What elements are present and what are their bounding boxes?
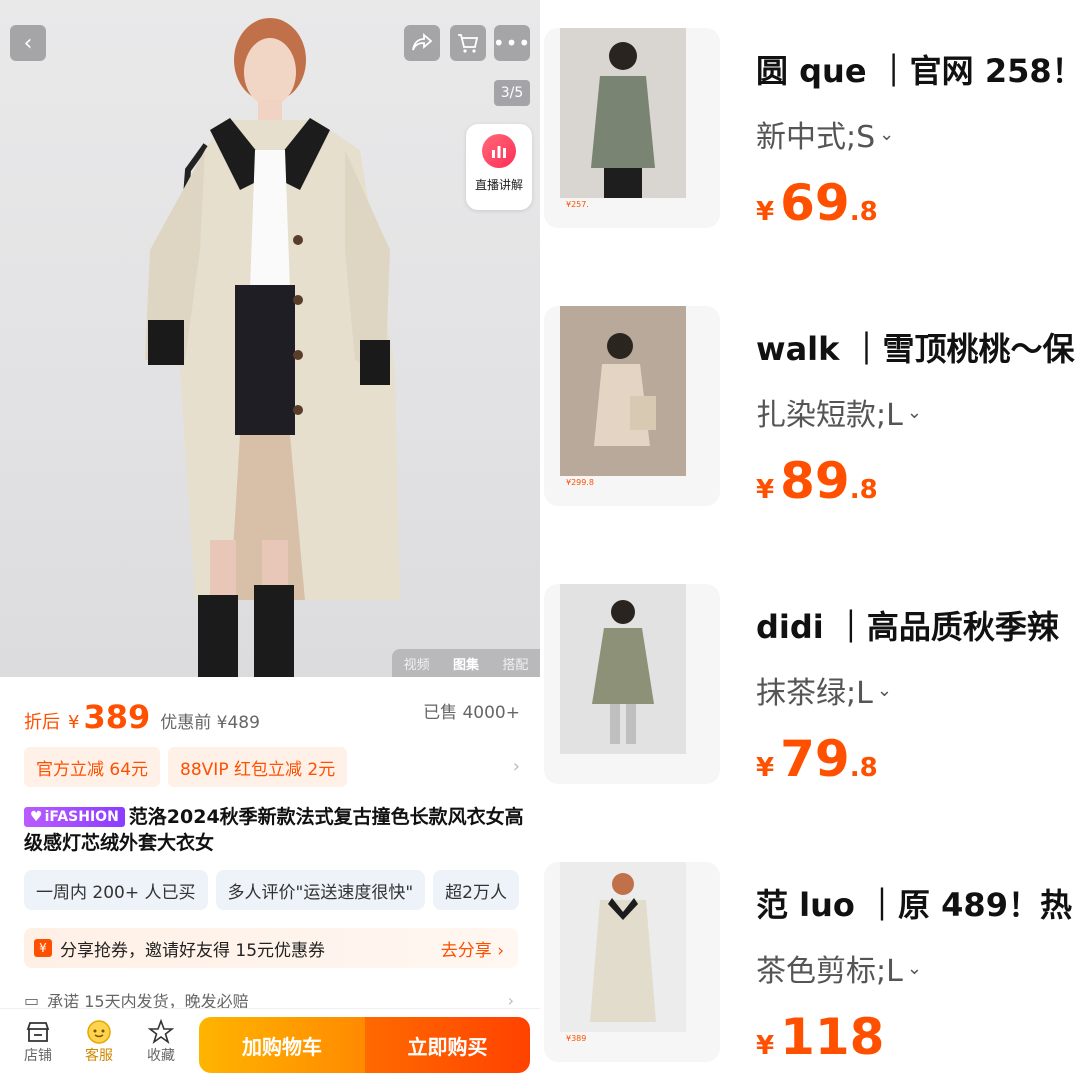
product-thumbnail[interactable]: ¥257. bbox=[544, 28, 720, 228]
store-icon bbox=[26, 1022, 50, 1042]
discount-label: 折后 bbox=[24, 712, 60, 733]
thumb-price: ¥257. bbox=[566, 200, 589, 209]
sold-count: 已售 4000+ bbox=[423, 703, 520, 723]
add-to-cart-button[interactable]: 加购物车 bbox=[199, 1017, 365, 1073]
product-thumbnail[interactable]: ¥299.8 bbox=[544, 306, 720, 506]
store-button[interactable]: 店铺 bbox=[13, 1019, 63, 1065]
variant-selector[interactable]: 茶色剪标;L ⌄ bbox=[756, 946, 922, 990]
buy-now-button[interactable]: 立即购买 bbox=[365, 1017, 530, 1073]
chevron-down-icon: ⌄ bbox=[876, 679, 892, 701]
favorite-label: 收藏 bbox=[147, 1048, 175, 1064]
thumbnail-photo bbox=[560, 862, 686, 1032]
item-price: ¥118 bbox=[756, 1008, 885, 1066]
share-icon bbox=[412, 33, 433, 51]
shop-title: 圆 que ｜官网 258！ bbox=[756, 52, 1080, 90]
tab-video[interactable]: 视频 bbox=[404, 654, 430, 673]
customer-service-icon bbox=[87, 1020, 111, 1044]
shop-title: walk ｜雪顶桃桃～保 bbox=[756, 330, 1075, 368]
share-button[interactable] bbox=[404, 25, 440, 61]
chevron-right-icon: › bbox=[512, 756, 520, 777]
more-button[interactable]: ••• bbox=[492, 25, 532, 61]
recommendation-list: ¥257. 圆 que ｜官网 258！ 新中式;S ⌄ ¥69.8 ¥299.8… bbox=[540, 0, 1080, 1080]
live-explain-label: 直播讲解 bbox=[474, 178, 523, 192]
variant-selector[interactable]: 抹茶绿;L ⌄ bbox=[756, 668, 892, 712]
social-proof-row: 一周内 200+ 人已买 多人评价"运送速度很快" 超2万人 bbox=[24, 870, 527, 910]
coupon-88vip[interactable]: 88VIP 红包立减 2元 bbox=[168, 747, 348, 787]
social-chip: 一周内 200+ 人已买 bbox=[24, 870, 208, 910]
thumbnail-photo bbox=[560, 306, 686, 476]
thumbnail-photo bbox=[560, 28, 686, 198]
live-explain-button[interactable]: 直播讲解 bbox=[466, 124, 532, 210]
chevron-right-icon: › bbox=[507, 990, 514, 1010]
product-photo bbox=[145, 18, 400, 677]
bottom-action-bar: 店铺 客服 收藏 加购物车 立即购买 bbox=[0, 1008, 540, 1080]
variant-selector[interactable]: 扎染短款;L ⌄ bbox=[756, 390, 922, 434]
shop-title: didi ｜高品质秋季辣 bbox=[756, 608, 1059, 646]
truck-icon: ▭ bbox=[24, 990, 40, 1010]
product-title: ♥ iFASHION 范洛2024秋季新款法式复古撞色长款风衣女高级感灯芯绒外套大衣… bbox=[24, 804, 524, 856]
go-share-button[interactable]: 去分享 › bbox=[441, 936, 504, 961]
store-label: 店铺 bbox=[24, 1048, 52, 1064]
thumb-price: ¥389 bbox=[566, 1034, 587, 1043]
share-coupon-banner[interactable]: ¥ 分享抢券，邀请好友得 15元优惠券 去分享 › bbox=[24, 928, 518, 968]
favorite-button[interactable]: 收藏 bbox=[136, 1019, 186, 1065]
star-icon bbox=[148, 1019, 174, 1045]
coupon-official[interactable]: 官方立减 64元 bbox=[24, 747, 161, 787]
back-button[interactable]: ‹ bbox=[10, 25, 46, 61]
customer-service-button[interactable]: 客服 bbox=[74, 1019, 124, 1065]
image-page-indicator: 3/5 bbox=[494, 80, 530, 106]
cart-button[interactable] bbox=[450, 25, 486, 61]
live-chart-icon bbox=[482, 134, 516, 168]
item-price: ¥69.8 bbox=[756, 174, 878, 232]
cart-icon bbox=[458, 34, 479, 53]
variant-selector[interactable]: 新中式;S ⌄ bbox=[756, 112, 894, 156]
variant-label: 新中式;S bbox=[756, 120, 876, 155]
chevron-down-icon: ⌄ bbox=[879, 123, 895, 145]
thumbnail-photo bbox=[560, 584, 686, 754]
tab-gallery[interactable]: 图集 bbox=[453, 654, 479, 673]
currency-symbol: ¥ bbox=[68, 712, 80, 733]
social-chip: 超2万人 bbox=[433, 870, 519, 910]
ifashion-badge: ♥ iFASHION bbox=[24, 807, 125, 827]
customer-service-label: 客服 bbox=[85, 1048, 113, 1064]
chevron-down-icon: ⌄ bbox=[906, 401, 922, 423]
variant-label: 抹茶绿;L bbox=[756, 676, 873, 711]
shop-title: 范 luo ｜原 489！热 bbox=[756, 886, 1072, 924]
item-price: ¥89.8 bbox=[756, 452, 878, 510]
price-row: 折后 ¥ 389 优惠前 ¥489 已售 4000+ bbox=[24, 698, 520, 738]
thumb-price: ¥299.8 bbox=[566, 478, 594, 487]
list-item[interactable]: ¥257. 圆 que ｜官网 258！ 新中式;S ⌄ ¥69.8 bbox=[540, 28, 1080, 232]
variant-label: 扎染短款;L bbox=[756, 398, 903, 433]
product-gallery[interactable]: ‹ ••• 3/5 直播讲解 视频 图集 搭配 bbox=[0, 0, 540, 677]
chevron-down-icon: ⌄ bbox=[906, 957, 922, 979]
coupon-row[interactable]: 官方立减 64元 88VIP 红包立减 2元 › bbox=[24, 746, 524, 788]
tab-outfit[interactable]: 搭配 bbox=[502, 654, 528, 673]
variant-label: 茶色剪标;L bbox=[756, 954, 903, 989]
product-thumbnail[interactable]: ¥389 bbox=[544, 862, 720, 1062]
final-price: 389 bbox=[83, 698, 151, 736]
product-detail-panel: ‹ ••• 3/5 直播讲解 视频 图集 搭配 折后 ¥ 389 优惠前 ¥48… bbox=[0, 0, 540, 1080]
list-item[interactable]: didi ｜高品质秋季辣 抹茶绿;L ⌄ ¥79.8 bbox=[540, 584, 1080, 788]
list-item[interactable]: ¥389 范 luo ｜原 489！热 茶色剪标;L ⌄ ¥118 bbox=[540, 862, 1080, 1066]
more-dots-icon: ••• bbox=[492, 31, 532, 55]
list-item[interactable]: ¥299.8 walk ｜雪顶桃桃～保 扎染短款;L ⌄ ¥89.8 bbox=[540, 306, 1080, 510]
media-tabs: 视频 图集 搭配 bbox=[392, 649, 540, 677]
chevron-left-icon: ‹ bbox=[23, 30, 33, 56]
item-price: ¥79.8 bbox=[756, 730, 878, 788]
share-coupon-text: 分享抢券，邀请好友得 15元优惠券 bbox=[60, 940, 326, 961]
product-thumbnail[interactable] bbox=[544, 584, 720, 784]
coupon-ticket-icon: ¥ bbox=[34, 939, 52, 957]
social-chip: 多人评价"运送速度很快" bbox=[215, 870, 426, 910]
original-price: 优惠前 ¥489 bbox=[160, 713, 260, 733]
